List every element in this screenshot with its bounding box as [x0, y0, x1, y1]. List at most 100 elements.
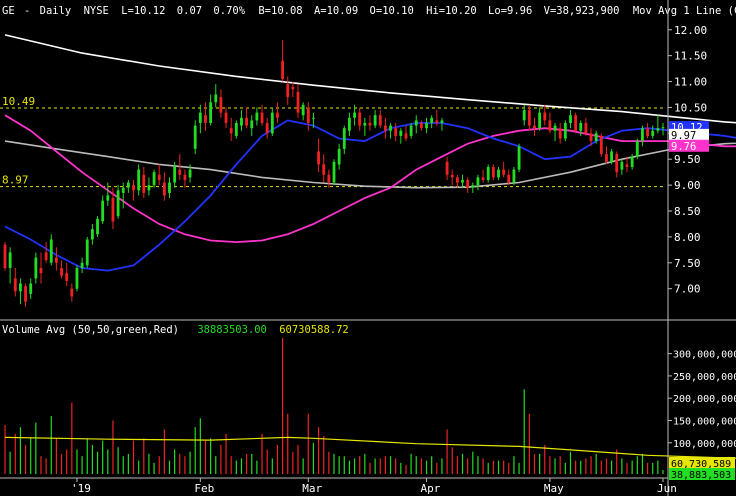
candle-body: [8, 252, 12, 268]
candle-body: [265, 122, 269, 134]
candle-body: [301, 104, 305, 116]
candle-body: [620, 161, 624, 170]
candle-body: [162, 182, 166, 196]
price-change-pct: 0.70%: [213, 5, 245, 17]
candle-body: [224, 112, 228, 123]
candle-body: [378, 115, 382, 126]
time-tick-label: Mar: [302, 482, 322, 495]
candle-body: [527, 110, 531, 126]
candle-body: [193, 125, 197, 149]
candle-body: [656, 128, 660, 131]
candle-body: [399, 130, 403, 136]
price-tick-label: 10.50: [674, 101, 707, 114]
candle-body: [337, 148, 341, 165]
candle-body: [461, 179, 464, 183]
candle-body: [286, 84, 290, 98]
candle-body: [574, 115, 578, 131]
candle-body: [641, 128, 644, 142]
time-tick-label: Apr: [421, 482, 441, 495]
price-change: 0.07: [177, 5, 202, 17]
candle-body: [533, 125, 536, 129]
candle-body: [430, 117, 434, 123]
candle-body: [502, 169, 506, 175]
candle-body: [635, 141, 639, 157]
time-tick-label: '19: [71, 482, 91, 495]
ask-price: A=10.09: [314, 5, 358, 17]
candle-body: [152, 172, 156, 186]
price-tick-label: 9.50: [674, 153, 701, 166]
guide-line-label: 10.49: [2, 95, 35, 108]
volume-tag-label: 38,883,503: [671, 470, 731, 481]
candle-body: [183, 174, 187, 180]
candle-body: [419, 122, 423, 129]
candle-body: [70, 288, 74, 297]
candle-body: [44, 252, 48, 261]
candle-body: [80, 262, 84, 268]
candle-body: [599, 135, 603, 155]
price-tick-label: 12.00: [674, 24, 707, 37]
candle-body: [409, 125, 413, 136]
candle-body: [517, 146, 521, 170]
candle-body: [497, 169, 500, 178]
candle-body: [358, 112, 362, 126]
time-tick-label: Jun: [657, 482, 677, 495]
stock-chart: GE - Daily NYSE L=10.12 0.07 0.70% B=10.…: [0, 0, 736, 496]
candle-body: [553, 125, 557, 131]
candle-body: [132, 185, 135, 191]
candle-body: [373, 115, 377, 126]
candle-body: [383, 125, 387, 131]
candle-body: [445, 161, 449, 175]
candle-body: [507, 174, 511, 183]
candle-body: [75, 267, 79, 289]
candle-body: [65, 273, 69, 281]
candle-body: [234, 122, 238, 136]
candle-body: [209, 102, 213, 123]
guide-line-label: 8.97: [2, 174, 29, 187]
volume-avg-label: Volume Avg (50,50,green,Red): [2, 324, 179, 336]
candle-body: [605, 154, 608, 162]
candle-body: [291, 86, 295, 90]
candle-body: [147, 185, 151, 191]
candle-body: [204, 115, 207, 123]
candle-body: [54, 257, 58, 263]
candle-body: [19, 283, 22, 292]
period-label: Daily: [40, 5, 72, 17]
candle-body: [630, 156, 634, 167]
open-price: O=10.10: [370, 5, 414, 17]
candle-body: [327, 174, 331, 183]
candle-body: [106, 195, 110, 201]
candle-body: [60, 267, 63, 276]
candle-body: [111, 198, 115, 222]
volume-tick-label: 150,000,000: [673, 416, 736, 427]
candle-body: [569, 115, 572, 123]
candle-body: [594, 133, 598, 142]
candle-body: [584, 122, 588, 134]
candle-body: [563, 122, 567, 139]
candle-body: [414, 120, 418, 126]
price-tick-label: 7.50: [674, 257, 701, 270]
candle-body: [250, 120, 254, 129]
ticker-label: GE: [2, 5, 15, 17]
time-tick-label: May: [544, 482, 564, 495]
candle-body: [198, 112, 202, 123]
price-tick-label: 7.00: [674, 283, 701, 296]
candle-body: [450, 174, 454, 178]
volume-avg-value-yellow: 60730588.72: [279, 324, 349, 336]
volume-header: Volume Avg (50,50,green,Red) 38883503.00…: [2, 324, 349, 336]
candle-body: [404, 133, 408, 139]
candle-body: [394, 128, 398, 136]
candle-body: [538, 112, 542, 129]
exchange-label: NYSE: [84, 5, 109, 17]
candle-body: [255, 112, 259, 121]
chart-background: [0, 0, 736, 496]
volume-tick-label: 100,000,000: [673, 439, 736, 450]
price-tick-label: 11.00: [674, 76, 707, 89]
volume-readout: V=38,923,900: [544, 5, 620, 17]
candle-body: [276, 112, 279, 118]
candle-body: [543, 112, 547, 121]
candle-body: [471, 185, 475, 188]
candle-body: [24, 286, 27, 302]
candle-body: [661, 127, 665, 129]
bid-price: B=10.08: [258, 5, 302, 17]
candle-body: [39, 267, 43, 274]
